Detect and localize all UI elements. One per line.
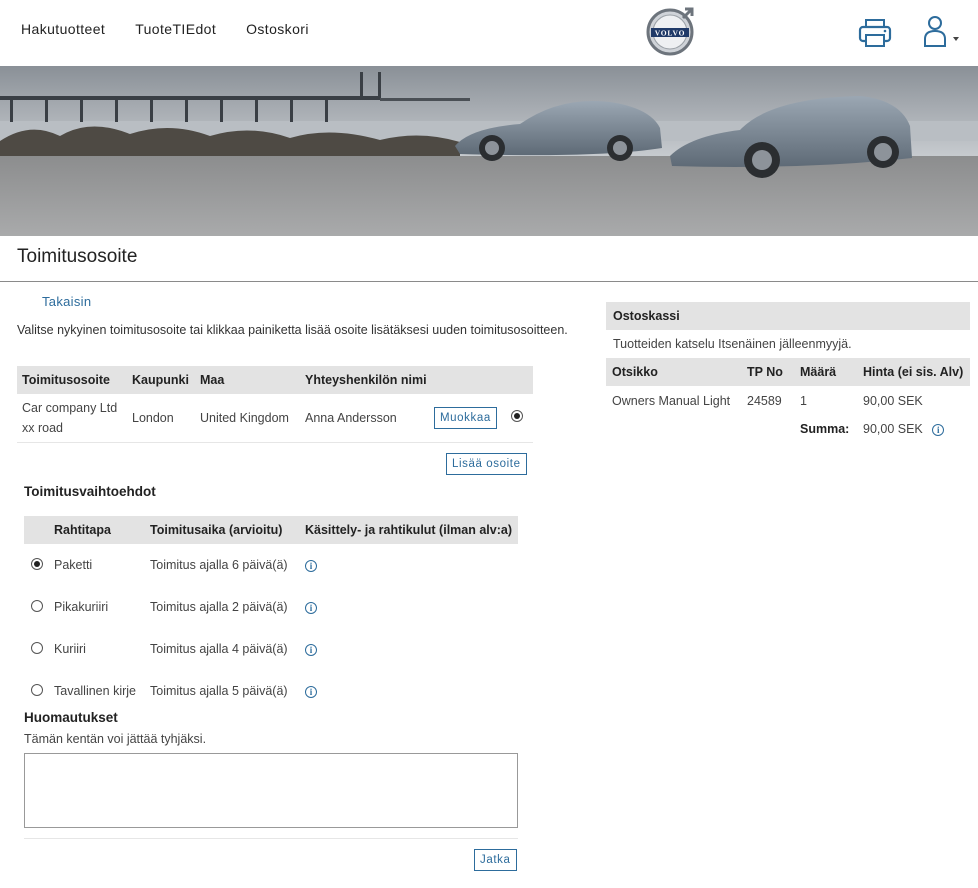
col-header-price: Hinta (ei sis. Alv) [863,365,964,379]
delivery-method: Paketti [54,558,93,572]
cart-item-qty: 1 [800,394,807,408]
address-cell: Car company Ltd xx road [17,394,127,443]
divider [24,838,518,839]
logo-text: VOLVO [655,29,686,38]
cart-title: Ostoskassi [606,302,970,330]
delivery-option-row[interactable]: Tavallinen kirje Toimitus ajalla 5 päivä… [24,670,518,712]
remarks-textarea[interactable] [24,753,518,828]
delivery-time: Toimitus ajalla 5 päivä(ä) [150,684,288,698]
table-row: Car company Ltd xx road London United Ki… [17,394,533,443]
cart-sum-row: Summa: 90,00 SEK i [606,416,970,442]
delivery-option-row[interactable]: Kuriiri Toimitus ajalla 4 päivä(ä) i [24,628,518,670]
delivery-radio-pikakuriiri[interactable] [31,599,43,612]
table-row: Owners Manual Light 24589 1 90,00 SEK [606,386,970,416]
info-icon[interactable]: i [305,602,317,614]
delivery-options-table: Rahtitapa Toimitusaika (arvioitu) Käsitt… [24,516,518,712]
col-header-title: Otsikko [612,365,658,379]
delivery-option-row[interactable]: Paketti Toimitus ajalla 6 päivä(ä) i [24,544,518,586]
delivery-time: Toimitus ajalla 6 päivä(ä) [150,558,288,572]
col-header-cost: Käsittely- ja rahtikulut (ilman alv:a) [305,523,512,537]
continue-button[interactable]: Jatka [474,849,517,871]
info-icon[interactable]: i [305,686,317,698]
page-title: Toimitusosoite [17,246,138,267]
intro-text: Valitse nykyinen toimitusosoite tai klik… [17,323,568,337]
delivery-method: Pikakuriiri [54,600,109,614]
col-header-qty: Määrä [800,365,837,379]
info-icon[interactable]: i [305,560,317,572]
back-link[interactable]: Takaisin [42,294,91,309]
address-line1: Car company Ltd [22,400,118,415]
add-address-button[interactable]: Lisää osoite [446,453,527,475]
address-line2: xx road [22,420,63,435]
cart-item-tp-no: 24589 [747,394,782,408]
volvo-logo[interactable]: VOLVO [645,5,697,57]
address-table-header: Toimitusosoite Kaupunki Maa Yhteyshenkil… [17,366,533,394]
contact-cell: Anna Andersson [300,394,432,443]
delivery-radio-paketti[interactable] [31,557,43,570]
col-header-tp-no: TP No [747,365,783,379]
nav-item-ostoskori[interactable]: Ostoskori [246,21,309,37]
print-icon[interactable] [858,18,892,48]
info-icon[interactable]: i [932,424,945,436]
top-nav: Hakutuotteet TuoteTIEdot Ostoskori VOLVO [0,0,978,66]
col-header-method: Rahtitapa [54,523,111,537]
divider [0,281,978,282]
cart-item-price: 90,00 SEK [863,394,923,408]
delivery-time: Toimitus ajalla 2 päivä(ä) [150,600,288,614]
col-header-city: Kaupunki [127,366,195,394]
cart-table-header: Otsikko TP No Määrä Hinta (ei sis. Alv) [606,358,970,386]
delivery-options-heading: Toimitusvaihtoehdot [24,484,156,499]
remarks-heading: Huomautukset [24,710,118,725]
edit-address-button[interactable]: Muokkaa [434,406,497,429]
delivery-radio-kuriiri[interactable] [31,641,43,654]
col-header-contact: Yhteyshenkilön nimi [300,366,432,394]
nav-item-tuotetiedot[interactable]: TuoteTIEdot [135,21,216,37]
delivery-option-row[interactable]: Pikakuriiri Toimitus ajalla 2 päivä(ä) i [24,586,518,628]
cart-item-title: Owners Manual Light [612,394,731,408]
delivery-method: Kuriiri [54,642,86,656]
col-header-address: Toimitusosoite [17,366,127,394]
info-icon[interactable]: i [305,644,317,656]
nav-links: Hakutuotteet TuoteTIEdot Ostoskori [21,21,339,37]
address-select-radio[interactable] [511,410,523,423]
delivery-table-header: Rahtitapa Toimitusaika (arvioitu) Käsitt… [24,516,518,544]
nav-item-hakutuotteet[interactable]: Hakutuotteet [21,21,105,37]
col-header-time: Toimitusaika (arvioitu) [150,523,283,537]
city-cell: London [127,394,195,443]
delivery-method: Tavallinen kirje [54,684,136,698]
country-cell: United Kingdom [195,394,300,443]
sum-label: Summa: [800,422,850,436]
col-header-country: Maa [195,366,300,394]
remarks-hint: Tämän kentän voi jättää tyhjäksi. [24,732,207,746]
delivery-radio-tavallinen-kirje[interactable] [31,683,43,696]
user-menu-icon[interactable] [922,15,962,49]
shopping-cart-panel: Ostoskassi Tuotteiden katselu Itsenäinen… [606,302,970,442]
address-table: Toimitusosoite Kaupunki Maa Yhteyshenkil… [17,366,533,443]
hero-banner-image [0,66,978,236]
sum-value: 90,00 SEK [863,422,923,436]
cart-subtitle: Tuotteiden katselu Itsenäinen jälleenmyy… [613,337,852,351]
delivery-time: Toimitus ajalla 4 päivä(ä) [150,642,288,656]
